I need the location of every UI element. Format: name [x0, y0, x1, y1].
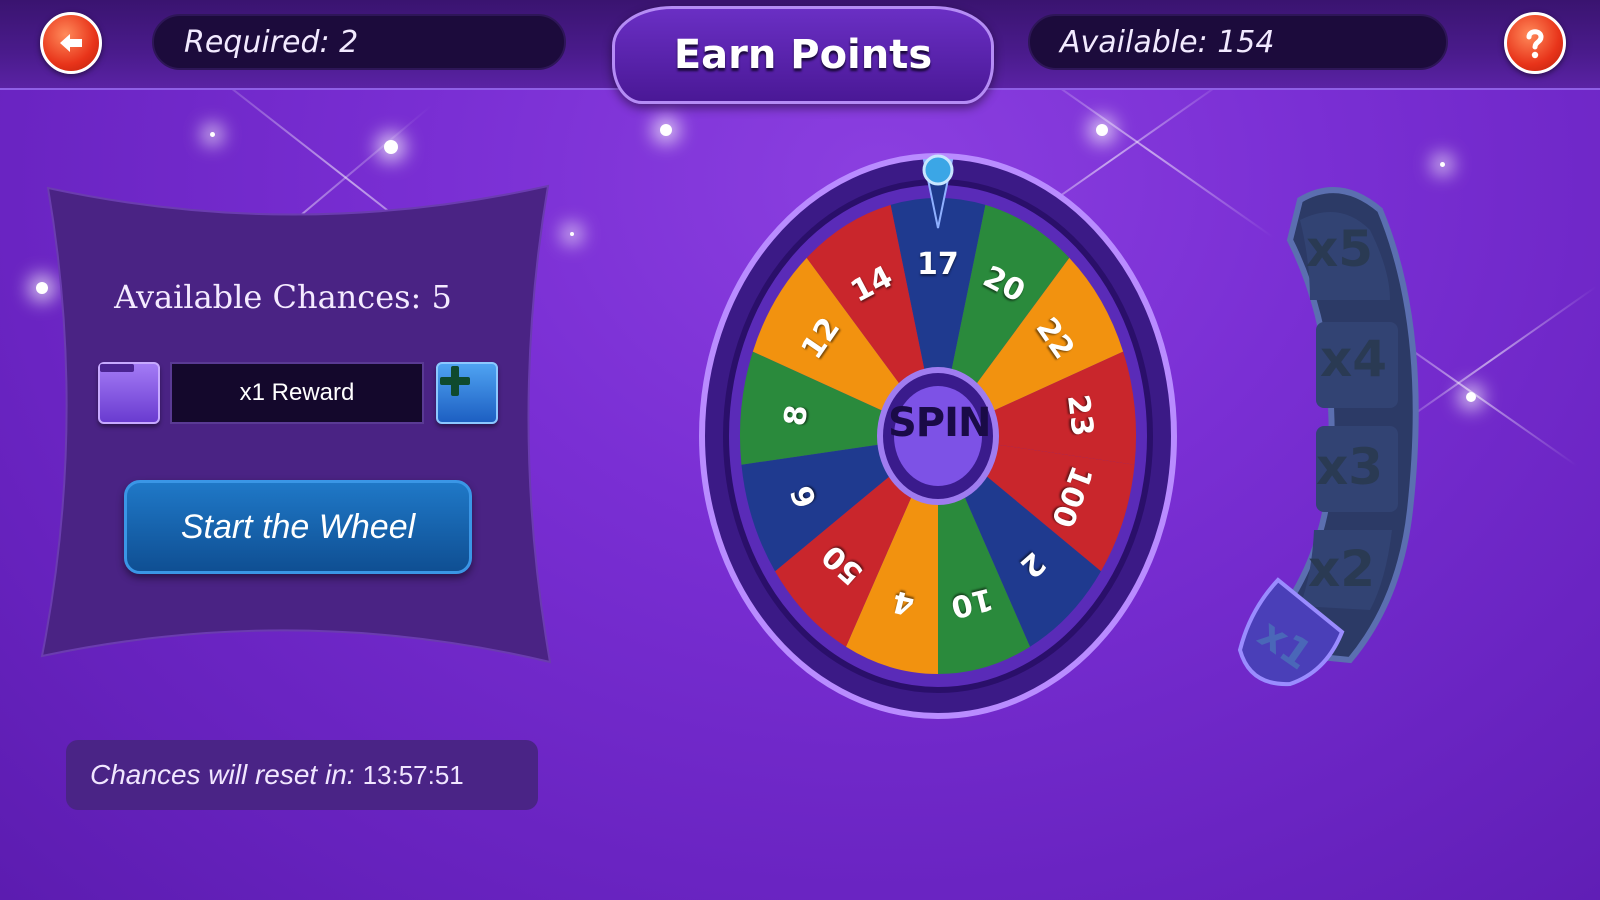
help-button[interactable] [1504, 12, 1566, 74]
reward-multiplier-field: x1 Reward [170, 362, 424, 424]
spin-center-label[interactable]: SPIN [888, 400, 991, 446]
reset-time: 13:57:51 [362, 759, 464, 790]
multiplier-x2: x2 [1308, 540, 1376, 598]
increase-reward-button[interactable] [436, 362, 498, 424]
prize-wheel[interactable]: SPIN 17 20 22 23 100 2 10 4 50 6 8 12 14 [692, 150, 1184, 722]
start-wheel-button[interactable]: Start the Wheel [124, 480, 472, 574]
available-text: Available: 154 [1060, 24, 1275, 60]
required-text: Required: 2 [184, 24, 359, 60]
panel-background [40, 184, 552, 664]
start-wheel-label: Start the Wheel [180, 507, 416, 546]
reset-timer-bar: Chances will reset in: 13:57:51 [66, 740, 538, 810]
multiplier-x3: x3 [1316, 438, 1384, 496]
minus-icon [100, 364, 134, 372]
page-title-text: Earn Points [673, 32, 933, 78]
question-mark-icon [1526, 29, 1544, 59]
reward-value: x1 Reward [239, 379, 355, 406]
plus-icon [440, 366, 470, 396]
available-chances-text: Available Chances: 5 [114, 278, 452, 316]
available-points: Available: 154 [1028, 14, 1448, 70]
multiplier-x5: x5 [1306, 220, 1374, 278]
pointer-gem [922, 154, 954, 186]
wheel-segment-label: 17 [917, 247, 959, 283]
wheel-segment-label: 23 [1059, 392, 1100, 439]
multiplier-x4: x4 [1320, 330, 1388, 388]
wheel-segment-label: 8 [777, 402, 816, 428]
chances-panel: Available Chances: 5 x1 Reward Start the… [38, 182, 560, 668]
multiplier-track: x5 x4 x3 x2 x1 [1230, 180, 1450, 720]
page-title: Earn Points [612, 6, 994, 104]
decrease-reward-button[interactable] [98, 362, 160, 424]
back-button[interactable] [40, 12, 102, 74]
required-points: Required: 2 [152, 14, 566, 70]
back-arrow-icon [60, 34, 82, 52]
reset-label: Chances will reset in: [90, 759, 355, 790]
